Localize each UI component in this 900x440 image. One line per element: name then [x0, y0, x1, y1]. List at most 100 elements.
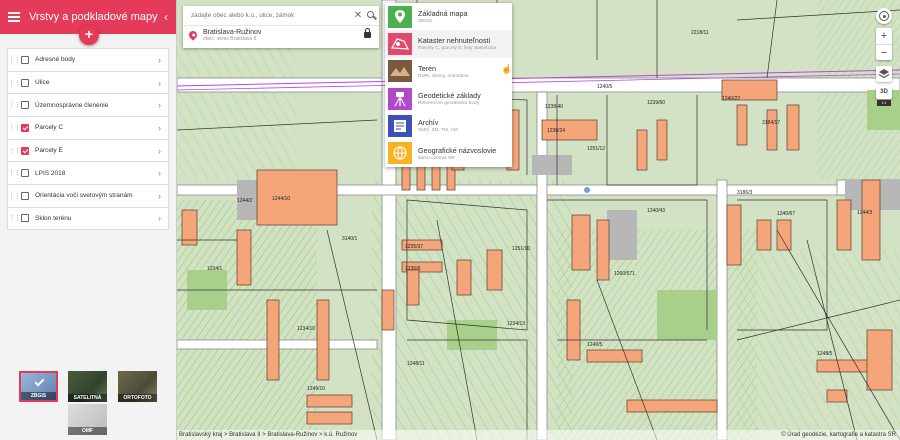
- chevron-right-icon[interactable]: ›: [158, 78, 168, 88]
- drag-handle-icon[interactable]: ⋮⋮: [8, 79, 21, 87]
- menu-item-title: Geografické názvoslovie: [418, 145, 497, 155]
- map-label: 1260/571: [614, 271, 635, 277]
- zoom-out-button[interactable]: −: [876, 44, 892, 60]
- layer-checkbox[interactable]: [21, 169, 29, 178]
- chevron-right-icon[interactable]: ›: [158, 168, 168, 178]
- zoom-in-button[interactable]: +: [876, 28, 892, 44]
- chevron-right-icon[interactable]: ›: [158, 213, 168, 223]
- menu-item-kataster[interactable]: Kataster nehnuteľností Parcely C, parcely…: [385, 30, 512, 74]
- chevron-right-icon[interactable]: ›: [158, 100, 168, 110]
- drag-handle-icon[interactable]: ⋮⋮: [8, 169, 21, 177]
- menu-item-subtitle: Parcely C, parcely E, listy vlastníctva: [418, 46, 497, 52]
- basemap-omf[interactable]: OMF: [68, 404, 107, 435]
- drag-handle-icon[interactable]: ⋮⋮: [8, 147, 21, 155]
- menu-item-title: Geodetické základy: [418, 91, 481, 101]
- layer-item-adresne-body[interactable]: ⋮⋮ Adresné body ›: [7, 48, 169, 71]
- map-label: 3186/3: [737, 190, 753, 196]
- locate-me-button[interactable]: [876, 8, 892, 24]
- map-label: 1249/10: [307, 386, 325, 392]
- cadastral-map[interactable]: 2218/11 1238/40 1238/24 1239/60 1240/5 1…: [177, 0, 900, 440]
- map-label: 1235/37: [405, 244, 423, 250]
- layer-item-ulice[interactable]: ⋮⋮ Ulice ›: [7, 70, 169, 94]
- layer-item-parcely-c[interactable]: ⋮⋮ Parcely C ›: [7, 116, 169, 139]
- chevron-right-icon[interactable]: ›: [158, 55, 168, 65]
- map-label: 1244/2: [237, 198, 253, 204]
- chevron-right-icon[interactable]: ›: [158, 146, 168, 156]
- sidebar-title: Vrstvy a podkladové mapy: [29, 11, 158, 23]
- search-input[interactable]: [191, 12, 351, 19]
- tripod-icon: [388, 87, 412, 110]
- basemap-zbgis[interactable]: ZBGIS: [19, 371, 58, 402]
- menu-item-geodeticke-zaklady[interactable]: Geodetické základy Referenčné geodetické …: [385, 85, 512, 112]
- layer-checkbox[interactable]: [21, 191, 29, 200]
- selected-location[interactable]: Bratislava-Ružinov obec, okres Bratislav…: [183, 26, 379, 48]
- layer-checkbox[interactable]: [21, 55, 29, 64]
- lock-icon[interactable]: [364, 28, 371, 38]
- layer-checkbox[interactable]: [21, 214, 29, 223]
- layer-item-sklon-terenu[interactable]: ⋮⋮ Sklon terénu ›: [7, 206, 169, 230]
- parcel-icon: [388, 32, 412, 55]
- layers-button[interactable]: [876, 66, 892, 82]
- map-label: 3140/1: [342, 236, 358, 242]
- map-label: 1251/10: [512, 246, 530, 252]
- map-label: 1240/5: [597, 84, 613, 90]
- drag-handle-icon[interactable]: ⋮⋮: [8, 101, 21, 109]
- map-label: 1234/1: [207, 266, 223, 272]
- add-layer-button[interactable]: +: [79, 25, 99, 45]
- map-label: 1240/22: [722, 96, 740, 102]
- layer-checkbox[interactable]: [21, 78, 29, 87]
- map-label: 1251/12: [587, 146, 605, 152]
- menu-item-subtitle: DMR, sklony, orientácie: [418, 73, 469, 79]
- map-label: 3184/17: [762, 120, 780, 126]
- basemap-label: ORTOFOTO: [118, 394, 157, 402]
- 3d-mode-button[interactable]: 3D: [876, 86, 892, 99]
- layer-item-parcely-e[interactable]: ⋮⋮ Parcely E ›: [7, 138, 169, 162]
- menu-item-archiv[interactable]: Archív SMO, ZM, TM, ÁM: [385, 112, 512, 139]
- layer-checkbox[interactable]: [21, 146, 29, 155]
- drag-handle-icon[interactable]: ⋮⋮: [8, 192, 21, 200]
- map-label: 1244/3: [857, 210, 873, 216]
- layer-item-uzemnospravne-clenenie[interactable]: ⋮⋮ Územnosprávne členenie ›: [7, 93, 169, 117]
- menu-item-title: Kataster nehnuteľností: [418, 36, 491, 46]
- map-pin-icon: [388, 5, 412, 28]
- menu-item-zakladna-mapa[interactable]: Základná mapa ZBGIS: [385, 3, 512, 30]
- layer-item-lpis-2018[interactable]: ⋮⋮ LPIS 2018 ›: [7, 161, 169, 185]
- layer-checkbox[interactable]: [21, 101, 29, 110]
- search-panel: ✕ Bratislava-Ružinov obec, okres Bratisl…: [183, 6, 379, 48]
- breadcrumb[interactable]: Bratislavský kraj > Bratislava II > Brat…: [179, 432, 357, 438]
- check-icon: [34, 376, 45, 387]
- menu-item-teren[interactable]: Terén DMR, sklony, orientácie: [385, 58, 512, 85]
- globe-icon: [388, 142, 412, 165]
- drag-handle-icon[interactable]: ⋮⋮: [8, 56, 21, 64]
- map-pin-icon: [187, 29, 199, 41]
- basemap-satellite[interactable]: SATELITNÁ: [68, 371, 107, 402]
- map-label: 1238/24: [547, 128, 565, 134]
- map-canvas[interactable]: 2218/11 1238/40 1238/24 1239/60 1240/5 1…: [177, 0, 900, 440]
- drag-handle-icon[interactable]: ⋮⋮: [8, 214, 21, 222]
- layer-item-orientacia[interactable]: ⋮⋮ Orientácia voči svetovým stranám ›: [7, 184, 169, 207]
- layer-label: Sklon terénu: [35, 214, 72, 222]
- layers-sidebar: Vrstvy a podkladové mapy ‹ + ⋮⋮ Adresné …: [0, 0, 177, 440]
- layer-label: Orientácia voči svetovým stranám: [35, 192, 133, 200]
- hamburger-menu-icon[interactable]: [8, 12, 20, 22]
- map-label: 1238/40: [545, 104, 563, 110]
- map-label: 1234/13: [507, 321, 525, 327]
- search-icon[interactable]: [365, 10, 379, 22]
- close-icon[interactable]: ✕: [351, 10, 365, 21]
- chevron-left-icon[interactable]: ‹: [164, 10, 168, 24]
- menu-item-title: Základná mapa: [418, 9, 468, 19]
- layer-label: Adresné body: [35, 56, 76, 64]
- basemap-label: OMF: [68, 427, 107, 435]
- map-label: 1240/67: [777, 211, 795, 217]
- map-label: 1248/11: [407, 361, 425, 367]
- chevron-right-icon[interactable]: ›: [158, 123, 168, 133]
- menu-item-geograficke-nazvoslovie[interactable]: Geografické názvoslovie Mimo územia SR: [385, 139, 512, 166]
- drag-handle-icon[interactable]: ⋮⋮: [8, 124, 21, 132]
- chevron-right-icon[interactable]: ›: [158, 191, 168, 201]
- archive-icon: [388, 114, 412, 137]
- layer-checkbox[interactable]: [21, 123, 29, 132]
- scale-badge: 1:1: [877, 100, 891, 106]
- basemap-ortofoto[interactable]: ORTOFOTO: [118, 371, 157, 402]
- layer-label: Ulice: [35, 79, 50, 87]
- layer-list: ⋮⋮ Adresné body › ⋮⋮ Ulice › ⋮⋮ Územnosp…: [7, 48, 169, 230]
